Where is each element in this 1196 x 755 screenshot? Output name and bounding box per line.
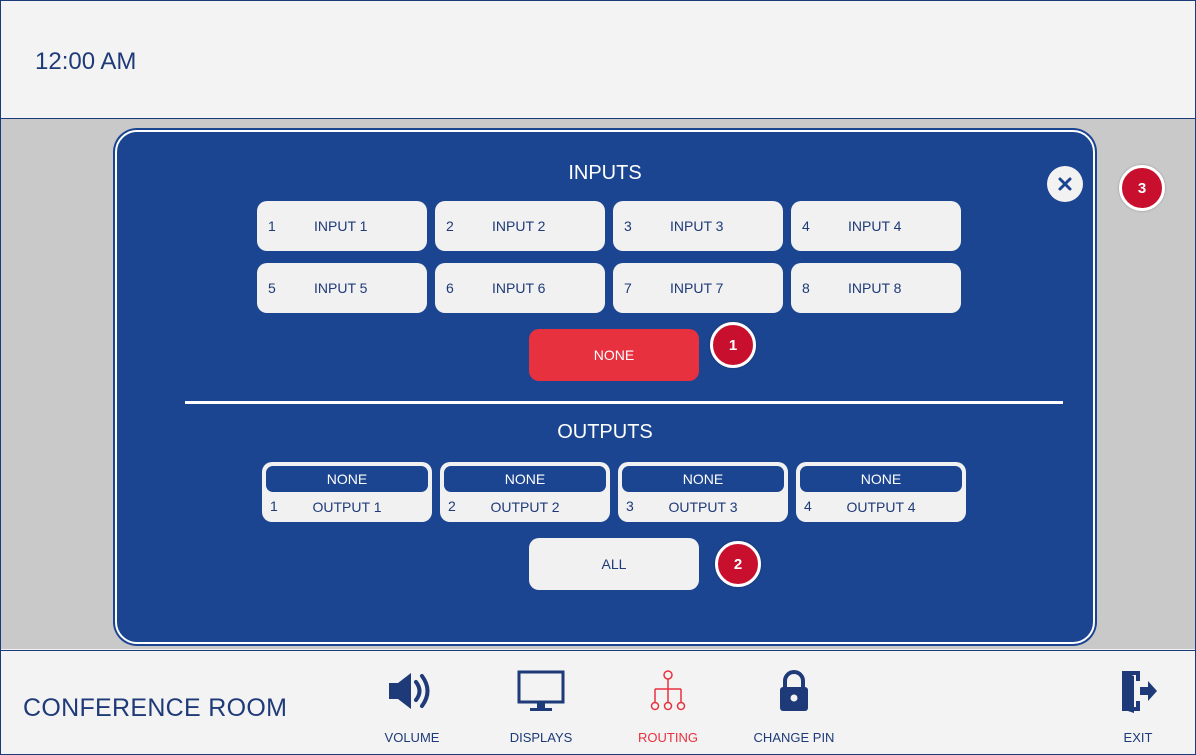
input-number: 2 bbox=[446, 218, 454, 234]
monitor-icon bbox=[517, 670, 565, 711]
routing-dialog: INPUTS 1 INPUT 1 2 INPUT 2 3 INPUT 3 4 I… bbox=[115, 130, 1095, 644]
routing-icon bbox=[650, 670, 686, 711]
section-divider bbox=[185, 401, 1063, 404]
input-label: INPUT 8 bbox=[848, 280, 902, 296]
output-label: OUTPUT 2 bbox=[490, 499, 560, 515]
input-label: INPUT 5 bbox=[314, 280, 368, 296]
top-bar: 12:00 AM bbox=[1, 1, 1195, 119]
input-number: 7 bbox=[624, 280, 632, 296]
input-number: 4 bbox=[802, 218, 810, 234]
lock-icon bbox=[780, 670, 808, 711]
output-label: OUTPUT 1 bbox=[312, 499, 382, 515]
input-number: 1 bbox=[268, 218, 276, 234]
output-label: OUTPUT 4 bbox=[846, 499, 916, 515]
output-button-4[interactable]: NONE 4 OUTPUT 4 bbox=[796, 462, 966, 522]
output-route-label: NONE bbox=[444, 466, 606, 492]
output-route-label: NONE bbox=[622, 466, 784, 492]
output-button-2[interactable]: NONE 2 OUTPUT 2 bbox=[440, 462, 610, 522]
routing-dialog-inner: INPUTS 1 INPUT 1 2 INPUT 2 3 INPUT 3 4 I… bbox=[123, 138, 1087, 636]
output-label: OUTPUT 3 bbox=[668, 499, 738, 515]
callout-badge-1: 1 bbox=[710, 322, 756, 368]
all-outputs-button[interactable]: ALL bbox=[529, 538, 699, 590]
nav-label: ROUTING bbox=[638, 730, 698, 745]
close-icon bbox=[1058, 177, 1072, 191]
input-number: 8 bbox=[802, 280, 810, 296]
input-button-8[interactable]: 8 INPUT 8 bbox=[791, 263, 961, 313]
output-button-3[interactable]: NONE 3 OUTPUT 3 bbox=[618, 462, 788, 522]
input-number: 5 bbox=[268, 280, 276, 296]
output-route-label: NONE bbox=[800, 466, 962, 492]
callout-badge-3: 3 bbox=[1119, 165, 1165, 211]
input-button-6[interactable]: 6 INPUT 6 bbox=[435, 263, 605, 313]
outputs-title: OUTPUTS bbox=[557, 421, 653, 443]
nav-displays[interactable]: DISPLAYS bbox=[486, 651, 596, 754]
input-label: INPUT 6 bbox=[492, 280, 546, 296]
nav-exit[interactable]: EXIT bbox=[1083, 651, 1193, 754]
output-button-1[interactable]: NONE 1 OUTPUT 1 bbox=[262, 462, 432, 522]
input-label: INPUT 1 bbox=[314, 218, 368, 234]
nav-label: EXIT bbox=[1123, 730, 1153, 745]
none-input-button[interactable]: NONE bbox=[529, 329, 699, 381]
nav-label: VOLUME bbox=[384, 730, 440, 745]
input-button-5[interactable]: 5 INPUT 5 bbox=[257, 263, 427, 313]
nav-volume[interactable]: VOLUME bbox=[357, 651, 467, 754]
nav-routing[interactable]: ROUTING bbox=[613, 651, 723, 754]
app-frame: 12:00 AM INPUTS 1 INPUT 1 2 INPUT 2 3 IN… bbox=[0, 0, 1196, 755]
input-number: 3 bbox=[624, 218, 632, 234]
input-label: INPUT 4 bbox=[848, 218, 902, 234]
input-label: INPUT 7 bbox=[670, 280, 724, 296]
bottom-bar: CONFERENCE ROOM VOLUME DISPLAYS ROUTING … bbox=[1, 650, 1195, 754]
input-button-2[interactable]: 2 INPUT 2 bbox=[435, 201, 605, 251]
exit-icon bbox=[1122, 671, 1157, 713]
input-button-1[interactable]: 1 INPUT 1 bbox=[257, 201, 427, 251]
nav-label: DISPLAYS bbox=[509, 730, 573, 745]
speaker-icon bbox=[389, 673, 430, 709]
input-label: INPUT 2 bbox=[492, 218, 546, 234]
input-label: INPUT 3 bbox=[670, 218, 724, 234]
inputs-title: INPUTS bbox=[568, 162, 642, 184]
close-button[interactable] bbox=[1047, 166, 1083, 202]
room-name: CONFERENCE ROOM bbox=[23, 694, 288, 722]
nav-change-pin[interactable]: CHANGE PIN bbox=[739, 651, 849, 754]
input-number: 6 bbox=[446, 280, 454, 296]
nav-label: CHANGE PIN bbox=[753, 730, 835, 745]
input-button-4[interactable]: 4 INPUT 4 bbox=[791, 201, 961, 251]
clock: 12:00 AM bbox=[35, 48, 137, 75]
output-route-label: NONE bbox=[266, 466, 428, 492]
callout-badge-2: 2 bbox=[715, 541, 761, 587]
input-button-3[interactable]: 3 INPUT 3 bbox=[613, 201, 783, 251]
input-button-7[interactable]: 7 INPUT 7 bbox=[613, 263, 783, 313]
